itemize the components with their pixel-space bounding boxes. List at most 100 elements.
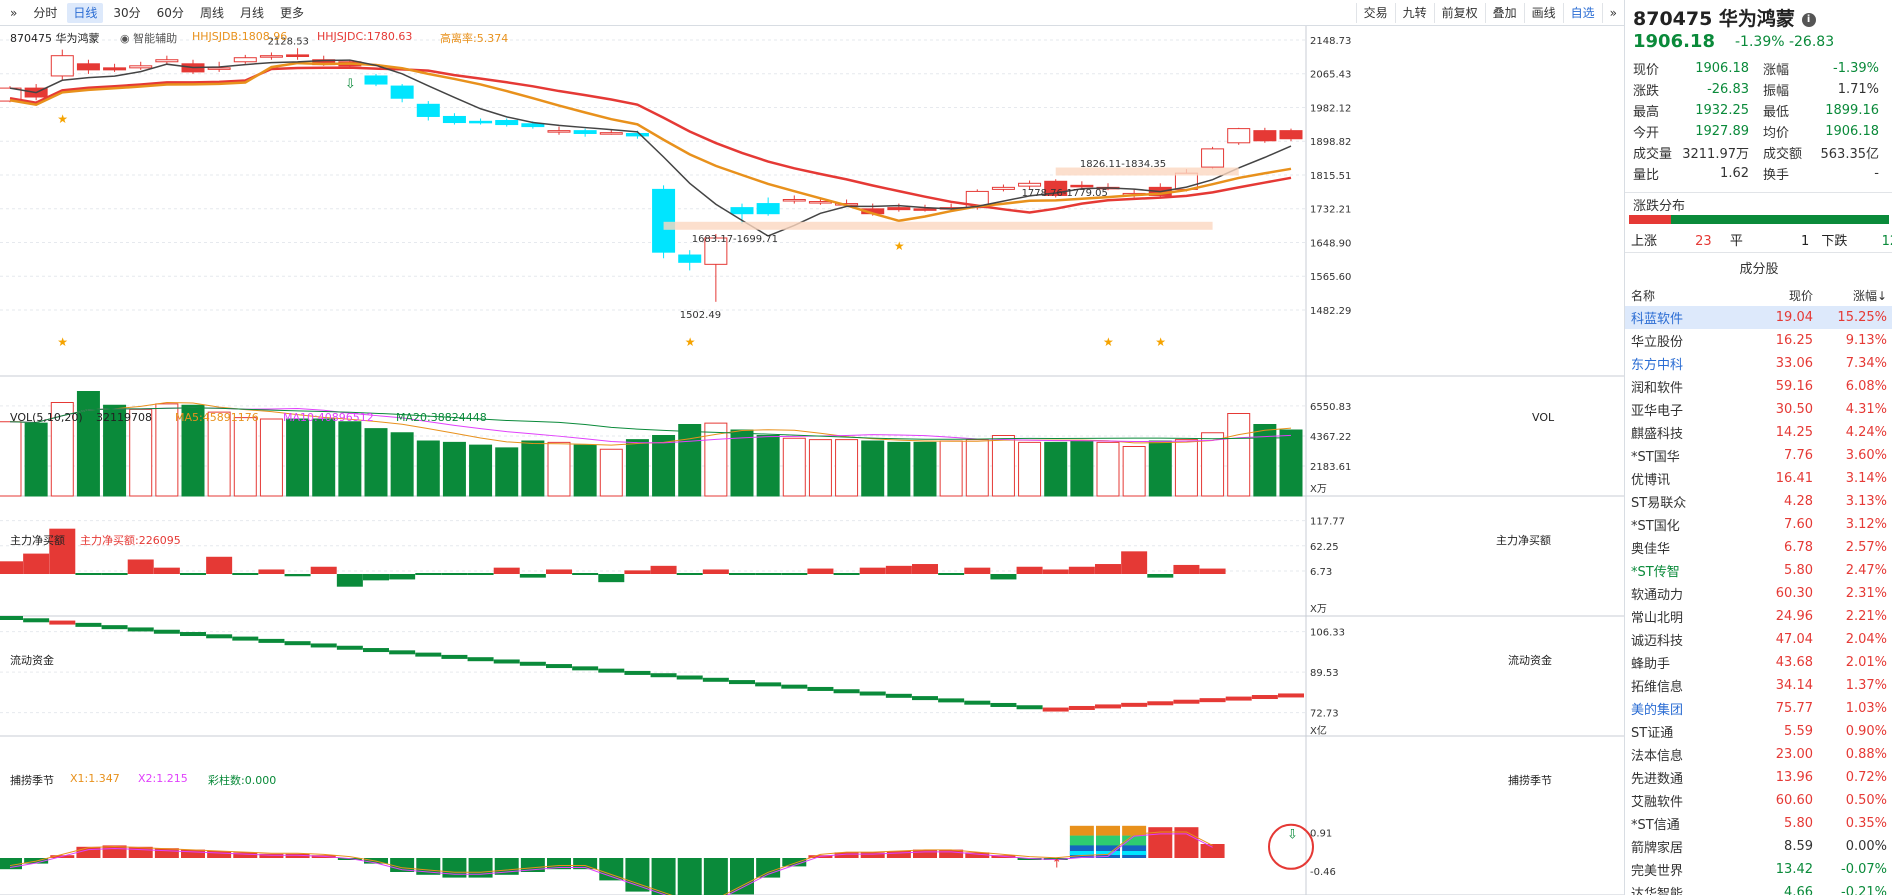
flow-bar (650, 673, 677, 678)
table-row[interactable]: 蜂助手 43.68 2.01% (1625, 651, 1892, 674)
volume-bar (469, 444, 493, 497)
draw-button[interactable]: 画线 (1523, 3, 1563, 23)
smart-assist-toggle[interactable]: ◉ 智能辅助 (120, 30, 177, 46)
expand-icon[interactable]: » (4, 3, 23, 23)
col-name[interactable]: 名称 (1625, 287, 1743, 304)
candle-body (652, 188, 676, 253)
components-table: 科蓝软件 19.04 15.25% 华立股份 16.25 9.13% 东方中科 33.06 7.… (1625, 306, 1892, 895)
candle-body (521, 123, 545, 128)
quote-value: 1.71% (1837, 82, 1879, 97)
indicator-hhjsjdc: HHJSJDC:1780.63 (317, 30, 413, 43)
candle-body (730, 207, 754, 215)
tab-60min[interactable]: 60分 (151, 3, 190, 23)
quote-row: 成交量 3211.97万 成交额 563.35亿 (1625, 142, 1892, 163)
tab-more[interactable]: 更多 (274, 3, 310, 23)
row-price: 19.04 (1775, 310, 1813, 325)
netbuy-bar (833, 573, 860, 575)
season-right-label: 捕捞季节 (1508, 774, 1552, 787)
netbuy-bar (1068, 566, 1095, 574)
row-name: 艾融软件 (1631, 795, 1684, 810)
candle-body (625, 132, 649, 137)
trade-button[interactable]: 交易 (1355, 3, 1395, 23)
col-change[interactable]: 涨幅↓ (1813, 287, 1887, 304)
vol-ma20: MA20:38824448 (396, 411, 487, 424)
overlay-button[interactable]: 叠加 (1484, 3, 1524, 23)
vol-right-label: VOL (1532, 411, 1555, 424)
table-row[interactable]: ST易联众 4.28 3.13% (1625, 490, 1892, 513)
table-row[interactable]: 常山北明 24.96 2.21% (1625, 605, 1892, 628)
table-row[interactable]: *ST国化 7.60 3.12% (1625, 513, 1892, 536)
table-row[interactable]: 达华智能 4.66 -0.21% (1625, 881, 1892, 895)
quote-row: 今开 1927.89 均价 1906.18 (1625, 121, 1892, 142)
table-row[interactable]: 法本信息 23.00 0.88% (1625, 743, 1892, 766)
candle-body (442, 115, 466, 124)
table-row[interactable]: 华立股份 16.25 9.13% (1625, 329, 1892, 352)
season-tick-label: -0.46 (1310, 867, 1336, 878)
row-change: -0.21% (1841, 885, 1887, 895)
row-change: 3.12% (1845, 517, 1887, 532)
quote-panel: 870475 华为鸿蒙 i 1906.18 -1.39% -26.83 现价 19… (1624, 0, 1892, 895)
candle-body (1070, 184, 1094, 188)
quote-value: 1906.18 (1825, 124, 1879, 139)
table-row[interactable]: 科蓝软件 19.04 15.25% (1625, 306, 1892, 329)
table-row[interactable]: 润和软件 59.16 6.08% (1625, 375, 1892, 398)
row-price: 34.14 (1775, 678, 1813, 693)
table-row[interactable]: 先进数通 13.96 0.72% (1625, 766, 1892, 789)
table-row[interactable]: *ST传智 5.80 2.47% (1625, 559, 1892, 582)
season-bar (207, 851, 232, 858)
table-row[interactable]: *ST国华 7.76 3.60% (1625, 444, 1892, 467)
table-row[interactable]: ST证通 5.59 0.90% (1625, 720, 1892, 743)
table-row[interactable]: *ST信通 5.80 0.35% (1625, 812, 1892, 835)
adjust-button[interactable]: 前复权 (1433, 3, 1485, 23)
row-name: 奥佳华 (1631, 542, 1671, 557)
quote-key: 成交量 (1633, 147, 1673, 162)
volume-bar (1148, 440, 1172, 497)
row-name: 箭牌家居 (1631, 841, 1684, 856)
info-icon[interactable]: i (1801, 12, 1816, 27)
flow-bar (755, 682, 782, 687)
table-row[interactable]: 奥佳华 6.78 2.57% (1625, 536, 1892, 559)
quote-value: 3211.97万 (1682, 147, 1749, 162)
col-price[interactable]: 现价 (1743, 287, 1813, 304)
netbuy-title: 主力净买额 (10, 534, 65, 547)
tab-daily[interactable]: 日线 (67, 2, 104, 23)
table-row[interactable]: 软通动力 60.30 2.31% (1625, 582, 1892, 605)
row-change: 0.72% (1845, 770, 1887, 785)
vol-ma5: MA5:45891176 (175, 411, 259, 424)
kline-chart[interactable]: 2148.73 2065.43 1982.12 1898.82 1815.51 1732.… (0, 26, 1624, 895)
table-row[interactable]: 完美世界 13.42 -0.07% (1625, 858, 1892, 881)
table-row[interactable]: 拓维信息 34.14 1.37% (1625, 674, 1892, 697)
row-change: 7.34% (1845, 356, 1887, 371)
add-watchlist-button[interactable]: 自选 (1562, 3, 1602, 23)
nine-turn-button[interactable]: 九转 (1394, 3, 1434, 23)
collapse-panel-icon[interactable]: » (1601, 3, 1624, 23)
row-change: 0.50% (1845, 793, 1887, 808)
table-row[interactable]: 亚华电子 30.50 4.31% (1625, 398, 1892, 421)
candle-body (286, 54, 310, 58)
tab-weekly[interactable]: 周线 (194, 3, 230, 23)
netbuy-bar (807, 568, 834, 574)
table-row[interactable]: 美的集团 75.77 1.03% (1625, 697, 1892, 720)
candle-body (233, 57, 257, 63)
row-change: 2.01% (1845, 655, 1887, 670)
tab-intraday[interactable]: 分时 (27, 3, 63, 23)
table-row[interactable]: 诚迈科技 47.04 2.04% (1625, 628, 1892, 651)
tab-monthly[interactable]: 月线 (234, 3, 270, 23)
volume-bar (573, 444, 597, 497)
flow-bar (1016, 705, 1043, 710)
table-row[interactable]: 麒盛科技 14.25 4.24% (1625, 421, 1892, 444)
netbuy-bar (885, 565, 912, 574)
table-row[interactable]: 东方中科 33.06 7.34% (1625, 352, 1892, 375)
row-name: 科蓝软件 (1631, 312, 1684, 327)
volume-bar (1201, 432, 1225, 497)
netbuy-bar (546, 569, 572, 574)
row-name: 常山北明 (1631, 611, 1684, 626)
table-row[interactable]: 箭牌家居 8.59 0.00% (1625, 835, 1892, 858)
candle-body (1018, 182, 1042, 187)
flow-bar (1173, 699, 1200, 704)
table-row[interactable]: 艾融软件 60.60 0.50% (1625, 789, 1892, 812)
table-row[interactable]: 优博讯 16.41 3.14% (1625, 467, 1892, 490)
row-price: 6.78 (1784, 540, 1813, 555)
tab-30min[interactable]: 30分 (107, 3, 146, 23)
row-change: -0.07% (1841, 862, 1887, 877)
